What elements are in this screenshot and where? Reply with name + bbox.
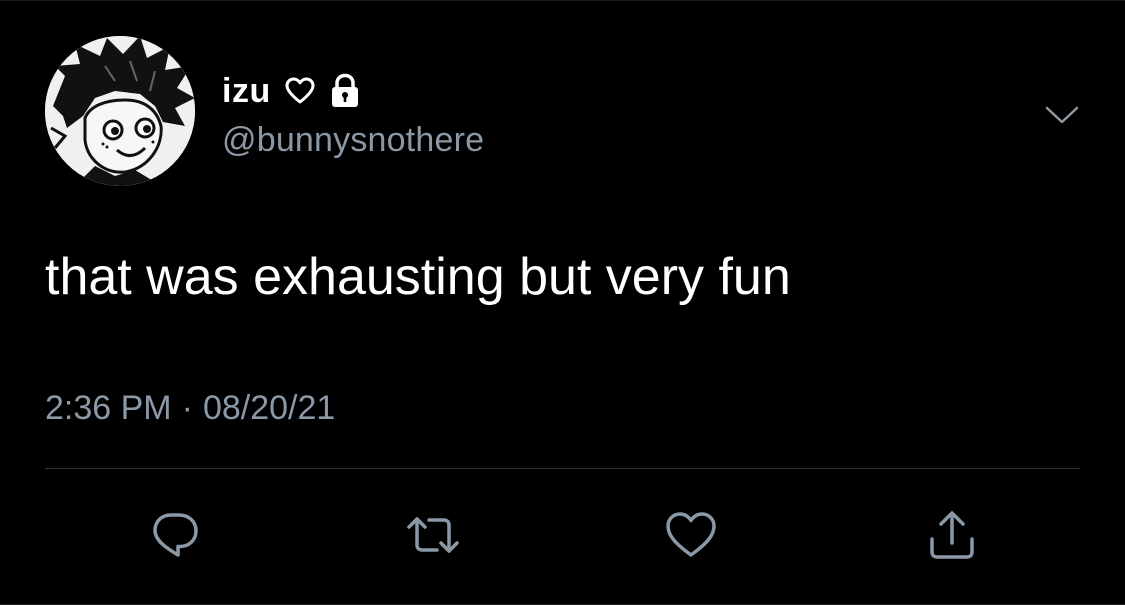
- name-row: izu: [222, 67, 361, 115]
- tweet-date: 08/20/21: [202, 389, 336, 427]
- avatar[interactable]: [45, 36, 195, 186]
- reply-icon: [149, 509, 201, 566]
- avatar-illustration: [45, 36, 195, 186]
- meta-separator: ·: [181, 389, 193, 427]
- reply-button[interactable]: [145, 507, 205, 567]
- share-icon: [926, 509, 978, 566]
- heart-outline-icon: [285, 77, 315, 105]
- user-handle[interactable]: @bunnysnothere: [222, 121, 484, 160]
- divider: [45, 468, 1080, 469]
- tweet-time: 2:36 PM: [45, 389, 172, 427]
- retweet-button[interactable]: [403, 507, 463, 567]
- lock-icon: [329, 73, 361, 109]
- tweet-timestamp[interactable]: 2:36 PM · 08/20/21: [45, 389, 335, 428]
- display-name[interactable]: izu: [222, 72, 271, 111]
- chevron-down-icon[interactable]: [1042, 101, 1082, 129]
- tweet-card: izu @bunnysnothere that was exhausting b…: [0, 0, 1125, 605]
- like-button[interactable]: [661, 507, 721, 567]
- tweet-text: that was exhausting but very fun: [45, 248, 791, 306]
- like-icon: [664, 510, 718, 565]
- share-button[interactable]: [922, 507, 982, 567]
- retweet-icon: [405, 513, 461, 562]
